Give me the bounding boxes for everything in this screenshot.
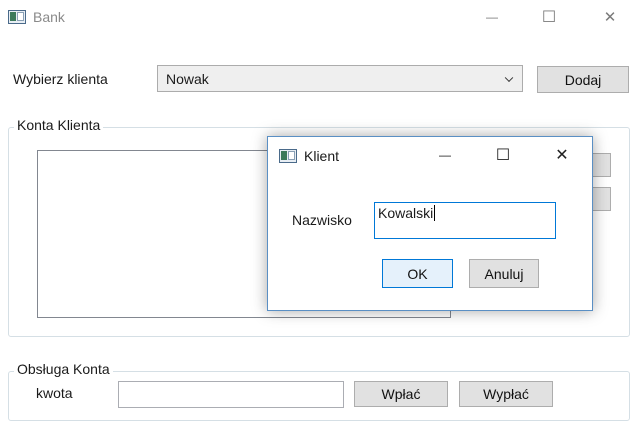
ok-button[interactable]: OK <box>382 259 453 288</box>
withdraw-button[interactable]: Wypłać <box>459 381 553 407</box>
dialog-maximize-button[interactable]: ☐ <box>481 140 525 170</box>
close-icon: ✕ <box>603 9 617 26</box>
close-button[interactable]: ✕ <box>588 2 632 32</box>
close-icon: ✕ <box>555 147 569 164</box>
operations-group-title: Obsługa Konta <box>14 361 113 377</box>
minimize-icon: — <box>439 148 451 162</box>
client-dialog: Klient — ☐ ✕ Nazwisko Kowalski OK Anuluj <box>267 136 593 311</box>
client-combobox[interactable]: Nowak <box>157 65 523 92</box>
text-caret <box>434 205 436 221</box>
accounts-group-title: Konta Klienta <box>14 117 104 133</box>
window-title: Bank <box>33 9 65 25</box>
client-combobox-value: Nowak <box>166 70 209 87</box>
amount-input[interactable] <box>118 381 344 408</box>
app-icon <box>8 10 26 24</box>
chevron-down-icon <box>504 73 514 82</box>
client-select-label: Wybierz klienta <box>13 71 108 87</box>
dialog-app-icon <box>279 149 297 163</box>
cancel-button[interactable]: Anuluj <box>469 259 539 288</box>
dialog-title: Klient <box>304 148 340 164</box>
minimize-icon: — <box>486 10 498 24</box>
dialog-close-button[interactable]: ✕ <box>540 140 584 170</box>
add-client-button[interactable]: Dodaj <box>537 66 629 93</box>
maximize-icon: ☐ <box>495 147 511 164</box>
maximize-button[interactable]: ☐ <box>527 2 571 32</box>
minimize-button[interactable]: — <box>470 2 514 32</box>
amount-label: kwota <box>36 385 73 401</box>
surname-input-value: Kowalski <box>378 205 434 221</box>
surname-input[interactable]: Kowalski <box>374 202 556 239</box>
maximize-icon: ☐ <box>541 9 557 26</box>
deposit-button[interactable]: Wpłać <box>354 381 448 407</box>
dialog-minimize-button[interactable]: — <box>423 140 467 170</box>
surname-label: Nazwisko <box>292 212 352 228</box>
